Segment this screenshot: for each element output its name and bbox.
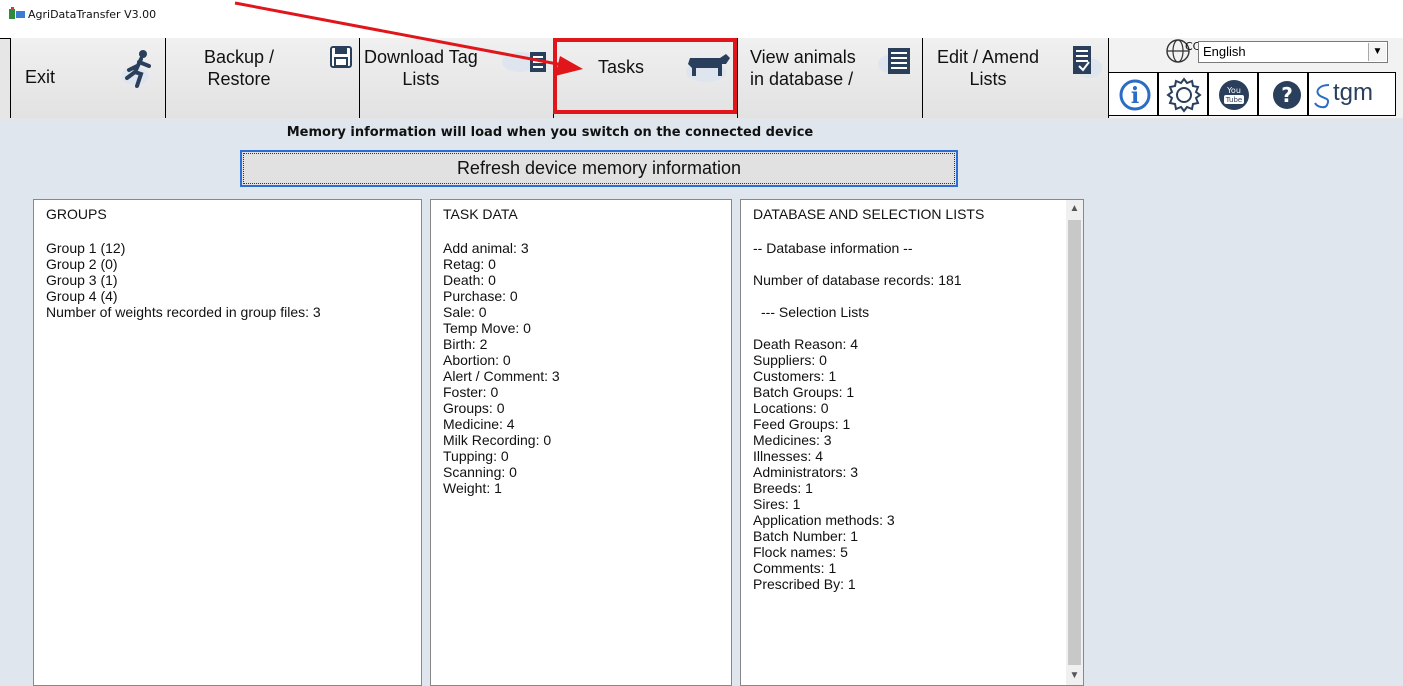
list-item: Death: 0 <box>443 272 496 288</box>
list-item: Tupping: 0 <box>443 448 509 464</box>
list-item: Customers: 1 <box>753 368 837 384</box>
task-data-heading: TASK DATA <box>443 206 518 222</box>
list-item: Group 1 (12) <box>46 240 126 256</box>
list-item: Batch Groups: 1 <box>753 384 855 400</box>
database-panel[interactable]: DATABASE AND SELECTION LISTS -- Database… <box>740 199 1084 686</box>
tgm-logo-button[interactable]: tgm <box>1308 72 1396 116</box>
svg-text:Tube: Tube <box>1225 96 1242 104</box>
list-item: Number of weights recorded in group file… <box>46 304 321 320</box>
scroll-up-icon[interactable]: ▲ <box>1066 200 1083 218</box>
list-item: Sale: 0 <box>443 304 487 320</box>
svg-text:You: You <box>1226 86 1241 95</box>
list-item: Group 3 (1) <box>46 272 118 288</box>
list-item: Batch Number: 1 <box>753 528 859 544</box>
groups-panel[interactable]: GROUPS Group 1 (12) Group 2 (0) Group 3 … <box>33 199 422 686</box>
list-item: Breeds: 1 <box>753 480 813 496</box>
list-item: Milk Recording: 0 <box>443 432 552 448</box>
tgm-logo-text: tgm <box>1333 79 1374 106</box>
list-item: Group 2 (0) <box>46 256 118 272</box>
edit-amend-lists-button[interactable]: Edit / Amend Lists <box>922 38 1108 118</box>
list-item: Prescribed By: 1 <box>753 576 856 592</box>
list-item: Application methods: 3 <box>753 512 895 528</box>
scroll-down-icon[interactable]: ▼ <box>1066 667 1083 685</box>
exit-label: Exit <box>25 67 56 87</box>
list-item: Death Reason: 4 <box>753 336 859 352</box>
database-heading: DATABASE AND SELECTION LISTS <box>753 206 985 222</box>
edit-document-icon <box>1073 46 1102 78</box>
exit-button[interactable]: Exit <box>10 38 165 118</box>
database-info-line: -- Database information -- <box>753 240 913 256</box>
task-data-panel[interactable]: TASK DATA Add animal: 3 Retag: 0 Death: … <box>430 199 732 686</box>
settings-button[interactable] <box>1158 72 1208 116</box>
window-title: AgriDataTransfer V3.00 <box>28 8 157 21</box>
tasks-label: Tasks <box>598 57 645 77</box>
svg-text:i: i <box>1131 83 1139 109</box>
view-label: View animals in database / <box>750 47 856 89</box>
list-item: Add animal: 3 <box>443 240 529 256</box>
info-button[interactable]: i <box>1108 72 1158 116</box>
database-records-line: Number of database records: 181 <box>753 272 962 288</box>
backup-label: Backup / Restore <box>204 47 275 89</box>
list-item: Scanning: 0 <box>443 464 517 480</box>
youtube-button[interactable]: You Tube <box>1208 72 1258 116</box>
youtube-icon: You Tube <box>1219 80 1249 110</box>
list-item: Medicines: 3 <box>753 432 832 448</box>
backup-restore-button[interactable]: Backup / Restore <box>165 38 359 118</box>
list-item: Abortion: 0 <box>443 352 511 368</box>
app-icon <box>9 7 25 19</box>
scroll-thumb[interactable] <box>1068 220 1081 665</box>
download-list-icon <box>502 52 546 72</box>
groups-heading: GROUPS <box>46 206 107 222</box>
floppy-disk-icon <box>330 46 352 68</box>
list-item: Locations: 0 <box>753 400 829 416</box>
view-animals-button[interactable]: View animals in database / <box>737 38 922 118</box>
list-item: Alert / Comment: 3 <box>443 368 560 384</box>
memory-info-text: Memory information will load when you sw… <box>286 125 814 140</box>
svg-text:?: ? <box>1281 83 1293 107</box>
list-item: Groups: 0 <box>443 400 505 416</box>
tgm-logo-icon <box>1314 84 1330 109</box>
language-select[interactable]: English ▼ <box>1198 41 1388 63</box>
cow-icon <box>686 54 730 82</box>
list-item: Foster: 0 <box>443 384 499 400</box>
language-selected-value: English <box>1203 44 1246 59</box>
refresh-memory-button[interactable]: Refresh device memory information <box>240 150 958 187</box>
gear-icon <box>1166 77 1202 113</box>
help-icon: ? <box>1273 81 1301 109</box>
selection-lists-heading: --- Selection Lists <box>761 304 870 320</box>
download-label: Download Tag Lists <box>364 47 478 89</box>
database-scrollbar[interactable]: ▲ ▼ <box>1066 200 1083 685</box>
list-item: Suppliers: 0 <box>753 352 827 368</box>
list-item: Group 4 (4) <box>46 288 118 304</box>
list-item: Administrators: 3 <box>753 464 859 480</box>
chevron-down-icon[interactable]: ▼ <box>1368 43 1386 61</box>
list-item: Purchase: 0 <box>443 288 518 304</box>
list-icon <box>878 48 910 74</box>
list-item: Feed Groups: 1 <box>753 416 851 432</box>
tasks-button[interactable]: Tasks <box>553 38 737 118</box>
list-item: Birth: 2 <box>443 336 488 352</box>
list-item: Retag: 0 <box>443 256 496 272</box>
list-item: Flock names: 5 <box>753 544 848 560</box>
list-item: Weight: 1 <box>443 480 502 496</box>
list-item: Medicine: 4 <box>443 416 515 432</box>
list-item: Comments: 1 <box>753 560 837 576</box>
info-icon: i <box>1119 79 1151 111</box>
title-bar: AgriDataTransfer V3.00 <box>0 0 1403 32</box>
list-item: Illnesses: 4 <box>753 448 824 464</box>
help-button[interactable]: ? <box>1258 72 1308 116</box>
running-man-icon <box>121 50 151 88</box>
download-tag-lists-button[interactable]: Download Tag Lists <box>359 38 553 118</box>
edit-label: Edit / Amend Lists <box>937 47 1040 89</box>
list-item: Temp Move: 0 <box>443 320 531 336</box>
list-item: Sires: 1 <box>753 496 801 512</box>
